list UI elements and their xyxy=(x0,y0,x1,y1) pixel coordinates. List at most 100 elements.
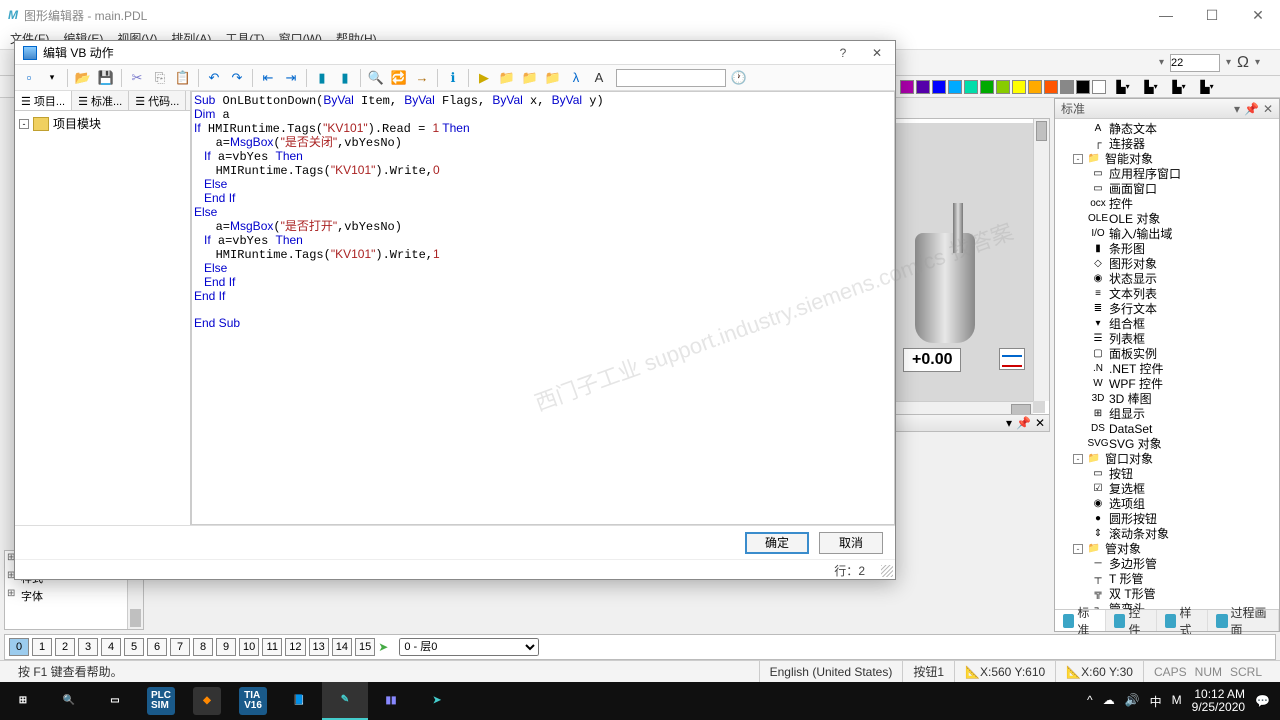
palette-tab[interactable]: 过程画面 xyxy=(1208,610,1279,631)
layer-tab[interactable]: 0 xyxy=(9,638,29,656)
dropdown-arrow-icon[interactable]: ▾ xyxy=(1226,57,1231,68)
paste-icon[interactable]: 📋 xyxy=(173,68,193,88)
replace-icon[interactable]: 🔁 xyxy=(389,68,409,88)
layer-tab[interactable]: 14 xyxy=(332,638,352,656)
layer-tab[interactable]: 3 xyxy=(78,638,98,656)
palette-item[interactable]: SVGSVG 对象 xyxy=(1055,436,1279,451)
palette-item[interactable]: ≡文本列表 xyxy=(1055,286,1279,301)
goto-icon[interactable]: → xyxy=(412,68,432,88)
palette-item[interactable]: -📁智能对象 xyxy=(1055,151,1279,166)
layer-tab[interactable]: 8 xyxy=(193,638,213,656)
palette-item[interactable]: ▮条形图 xyxy=(1055,241,1279,256)
color-swatch[interactable] xyxy=(1012,80,1026,94)
canvas-area[interactable]: +0.00 xyxy=(890,118,1050,418)
taskbar-start[interactable]: ⊞ xyxy=(0,682,46,720)
palette-item[interactable]: ☰列表框 xyxy=(1055,331,1279,346)
omega-icon[interactable]: Ω xyxy=(1237,54,1249,72)
palette-item[interactable]: ▭应用程序窗口 xyxy=(1055,166,1279,181)
text-color-icon[interactable]: ▙▾ xyxy=(1168,78,1190,96)
folder3-icon[interactable]: 📁 xyxy=(543,68,563,88)
layer-tab[interactable]: 13 xyxy=(309,638,329,656)
side-tab[interactable]: ☰ 标准... xyxy=(72,91,129,110)
palette-tab[interactable]: 控件 xyxy=(1106,610,1157,631)
bookmark-next-icon[interactable]: ▮ xyxy=(335,68,355,88)
layer-dropdown[interactable]: 0 - 层0 xyxy=(399,638,539,656)
io-field-value[interactable]: +0.00 xyxy=(903,348,961,372)
color-swatch[interactable] xyxy=(1028,80,1042,94)
color-swatch[interactable] xyxy=(964,80,978,94)
layer-tab[interactable]: 5 xyxy=(124,638,144,656)
folder-icon[interactable]: 📁 xyxy=(497,68,517,88)
palette-item[interactable]: ▭按钮 xyxy=(1055,466,1279,481)
vertical-scrollbar[interactable] xyxy=(1033,119,1049,401)
color-swatch[interactable] xyxy=(980,80,994,94)
property-node[interactable]: 字体 xyxy=(5,587,143,605)
line-icon[interactable]: ▙▾ xyxy=(1140,78,1162,96)
taskbar-plcsim[interactable]: PLC SIM xyxy=(138,682,184,720)
palette-item[interactable]: ≣多行文本 xyxy=(1055,301,1279,316)
palette-item[interactable]: ─多边形管 xyxy=(1055,556,1279,571)
layer-tab[interactable]: 7 xyxy=(170,638,190,656)
close-button[interactable]: ✕ xyxy=(1244,7,1272,24)
redo-icon[interactable]: ↷ xyxy=(227,68,247,88)
palette-item[interactable]: I/O输入/输出域 xyxy=(1055,226,1279,241)
color-swatch[interactable] xyxy=(900,80,914,94)
clock[interactable]: 10:12 AM 9/25/2020 xyxy=(1192,688,1245,714)
palette-item[interactable]: ☑复选框 xyxy=(1055,481,1279,496)
dropdown-icon[interactable]: ▾ xyxy=(1234,102,1240,116)
undo-icon[interactable]: ↶ xyxy=(204,68,224,88)
cancel-button[interactable]: 取消 xyxy=(819,532,883,554)
palette-item[interactable]: ⊞组显示 xyxy=(1055,406,1279,421)
text-icon[interactable]: A xyxy=(589,68,609,88)
save-icon[interactable]: 💾 xyxy=(96,68,116,88)
layer-tab[interactable]: 9 xyxy=(216,638,236,656)
copy-icon[interactable]: ⎘ xyxy=(150,68,170,88)
palette-item[interactable]: -📁窗口对象 xyxy=(1055,451,1279,466)
layer-tab[interactable]: 1 xyxy=(32,638,52,656)
folder2-icon[interactable]: 📁 xyxy=(520,68,540,88)
side-tab[interactable]: ☰ 项目... xyxy=(15,91,72,110)
palette-item[interactable]: ◇图形对象 xyxy=(1055,256,1279,271)
notification-icon[interactable]: 💬 xyxy=(1255,694,1270,708)
layer-next-icon[interactable]: ➤ xyxy=(378,640,388,654)
palette-item[interactable]: ◉状态显示 xyxy=(1055,271,1279,286)
dropdown-icon[interactable]: ▾ xyxy=(1006,416,1012,430)
palette-item[interactable]: ┬T 形管 xyxy=(1055,571,1279,586)
ok-button[interactable]: 确定 xyxy=(745,532,809,554)
cut-icon[interactable]: ✂ xyxy=(127,68,147,88)
layer-tab[interactable]: 15 xyxy=(355,638,375,656)
palette-item[interactable]: ▭画面窗口 xyxy=(1055,181,1279,196)
fill-icon[interactable]: ▙▾ xyxy=(1112,78,1134,96)
palette-item[interactable]: ◉选项组 xyxy=(1055,496,1279,511)
outdent-icon[interactable]: ⇤ xyxy=(258,68,278,88)
run-icon[interactable]: ▶ xyxy=(474,68,494,88)
color-swatch[interactable] xyxy=(1060,80,1074,94)
color-swatch[interactable] xyxy=(1044,80,1058,94)
color-swatch[interactable] xyxy=(948,80,962,94)
taskbar-notes[interactable]: 📘 xyxy=(276,682,322,720)
taskbar-tia[interactable]: TIA V16 xyxy=(230,682,276,720)
layer-tab[interactable]: 11 xyxy=(262,638,282,656)
expand-icon[interactable]: - xyxy=(1073,454,1083,464)
code-editor[interactable]: Sub OnLButtonDown(ByVal Item, ByVal Flag… xyxy=(191,91,895,525)
palette-tab[interactable]: 标准 xyxy=(1055,610,1106,631)
info-icon[interactable]: ℹ xyxy=(443,68,463,88)
palette-tab[interactable]: 样式 xyxy=(1157,610,1208,631)
taskbar-monitor[interactable]: ▮▮ xyxy=(368,682,414,720)
palette-item[interactable]: ╦双 T形管 xyxy=(1055,586,1279,601)
font-size-input[interactable] xyxy=(1170,54,1220,72)
dialog-close-button[interactable]: ✕ xyxy=(867,46,887,60)
taskbar-taskview[interactable]: ▭ xyxy=(92,682,138,720)
pin-icon[interactable]: 📌 xyxy=(1016,416,1031,430)
trend-icon[interactable] xyxy=(999,348,1025,370)
collapse-icon[interactable]: - xyxy=(19,119,29,129)
minimize-button[interactable]: — xyxy=(1152,7,1180,24)
tray-icon[interactable]: ☁ xyxy=(1103,693,1115,710)
tray-icon[interactable]: 中 xyxy=(1150,693,1162,710)
tray-icon[interactable]: ^ xyxy=(1087,693,1093,710)
resize-grip-icon[interactable] xyxy=(881,565,893,577)
palette-item[interactable]: OLEOLE 对象 xyxy=(1055,211,1279,226)
taskbar-app2[interactable]: ◆ xyxy=(184,682,230,720)
layer-tab[interactable]: 10 xyxy=(239,638,259,656)
dropdown-arrow-icon[interactable]: ▾ xyxy=(1159,57,1164,68)
